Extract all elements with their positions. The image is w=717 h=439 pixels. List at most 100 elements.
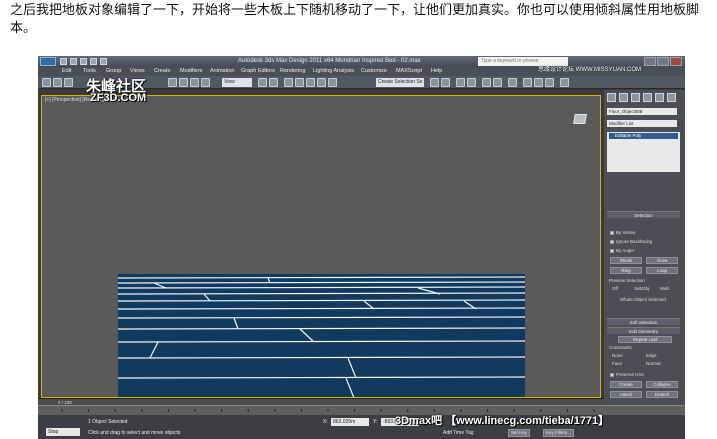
ignore-backfacing-checkbox[interactable]: [610, 240, 614, 244]
collapse-button[interactable]: Collapse: [646, 381, 678, 388]
preview-off-radio[interactable]: Off: [612, 286, 618, 291]
perspective-viewport[interactable]: [+] [Perspective] [Realistic]: [41, 95, 601, 398]
watermark-top-right: 思缘设计论坛 WWW.MISSYUAN.COM: [538, 67, 641, 73]
create-tab-icon[interactable]: [607, 93, 616, 102]
link-icon[interactable]: [42, 78, 51, 87]
constraints-label: Constraints: [609, 345, 632, 350]
reference-coordinate-dropdown[interactable]: View: [222, 78, 252, 87]
minimize-icon[interactable]: [644, 57, 656, 66]
ignore-backfacing-label: Ignore Backfacing: [616, 239, 653, 244]
render-production-icon[interactable]: [545, 78, 554, 87]
menu-create[interactable]: Create: [154, 67, 171, 76]
select-object-icon[interactable]: [168, 78, 177, 87]
floor-object[interactable]: [118, 274, 525, 397]
named-selection-dropdown[interactable]: Create Selection Se: [376, 78, 424, 87]
edit-named-selection-icon[interactable]: [328, 78, 337, 87]
constraint-edge-radio[interactable]: Edge: [646, 353, 657, 358]
redo-icon[interactable]: [100, 58, 107, 65]
app-screenshot: Autodesk 3ds Max Design 2011 x64 Mondria…: [38, 56, 685, 439]
constraint-none-radio[interactable]: None: [612, 353, 623, 358]
grow-button[interactable]: Grow: [646, 257, 678, 264]
menu-help[interactable]: Help: [431, 67, 442, 76]
utilities-tab-icon[interactable]: [667, 93, 676, 102]
layer-manager-icon[interactable]: [456, 78, 465, 87]
unlink-icon[interactable]: [53, 78, 62, 87]
constraint-face-radio[interactable]: Face: [612, 361, 622, 366]
motion-tab-icon[interactable]: [643, 93, 652, 102]
selection-rollout[interactable]: Selection: [607, 211, 680, 218]
open-file-icon[interactable]: [70, 58, 77, 65]
pivot-center-icon[interactable]: [258, 78, 267, 87]
detach-button[interactable]: Detach: [646, 391, 678, 398]
display-tab-icon[interactable]: [655, 93, 664, 102]
ring-button[interactable]: Ring: [610, 267, 642, 274]
modify-tab-icon[interactable]: [619, 93, 628, 102]
select-move-icon[interactable]: [179, 78, 188, 87]
menu-customize[interactable]: Customize: [361, 67, 387, 76]
render-setup-icon[interactable]: [523, 78, 532, 87]
shrink-button[interactable]: Shrink: [610, 257, 642, 264]
object-name-field[interactable]: Floor_Object008: [607, 108, 677, 115]
preview-subobj-radio[interactable]: SubObj: [634, 286, 649, 291]
by-vertex-checkbox[interactable]: [610, 231, 614, 235]
attach-button[interactable]: Attach: [610, 391, 642, 398]
constraint-normal-radio[interactable]: Normal: [646, 361, 661, 366]
key-filters-button[interactable]: Key Filters...: [543, 429, 575, 437]
spinner-snap-icon[interactable]: [317, 78, 326, 87]
create-button[interactable]: Create: [610, 381, 642, 388]
schematic-view-icon[interactable]: [493, 78, 502, 87]
align-icon[interactable]: [441, 78, 450, 87]
rendered-frame-window-icon[interactable]: [534, 78, 543, 87]
curve-editor-icon[interactable]: [482, 78, 491, 87]
material-editor-icon[interactable]: [508, 78, 517, 87]
menu-modifiers[interactable]: Modifiers: [180, 67, 202, 76]
x-coordinate-label: X:: [323, 419, 328, 425]
toolbar-extra-icon[interactable]: [560, 78, 569, 87]
soft-selection-rollout[interactable]: Soft Selection: [607, 318, 680, 325]
close-icon[interactable]: [670, 57, 682, 66]
menu-graph-editors[interactable]: Graph Editors: [241, 67, 275, 76]
select-manipulate-icon[interactable]: [269, 78, 278, 87]
repeat-last-button[interactable]: Repeat Last: [618, 336, 672, 343]
loop-button[interactable]: Loop: [646, 267, 678, 274]
preview-multi-radio[interactable]: Multi: [660, 286, 670, 291]
modifier-stack: Editable Poly: [607, 132, 680, 172]
select-scale-icon[interactable]: [201, 78, 210, 87]
maxscript-listener-field[interactable]: Stop: [46, 428, 80, 436]
undo-icon[interactable]: [90, 58, 97, 65]
app-logo-icon[interactable]: [40, 57, 56, 66]
menu-lighting-analysis[interactable]: Lighting Analysis: [313, 67, 354, 76]
graphite-tools-icon[interactable]: [467, 78, 476, 87]
watermark-url: ZF3D.COM: [90, 92, 147, 104]
article-caption: 之后我把地板对象编辑了一下，开始将一些木板上下随机移动了一下，让他们更加真实。你…: [10, 3, 700, 36]
angle-snap-icon[interactable]: [295, 78, 304, 87]
mirror-icon[interactable]: [430, 78, 439, 87]
edit-geometry-rollout[interactable]: Edit Geometry: [607, 327, 680, 334]
set-key-button[interactable]: Set Key: [508, 429, 530, 437]
menu-edit[interactable]: Edit: [62, 67, 71, 76]
bind-space-warp-icon[interactable]: [64, 78, 73, 87]
by-angle-checkbox[interactable]: [610, 249, 614, 253]
add-time-tag-button[interactable]: Add Time Tag: [443, 430, 473, 436]
prompt-line: Click and drag to select and move object…: [88, 430, 181, 436]
preserve-uvs-checkbox[interactable]: [610, 373, 614, 377]
x-coordinate-field[interactable]: 863.039m: [331, 418, 369, 426]
snap-toggle-icon[interactable]: [284, 78, 293, 87]
watermark-bottom: 3Dmax吧 【www.linecg.com/tieba/1771】: [395, 415, 610, 427]
new-file-icon[interactable]: [60, 58, 67, 65]
percent-snap-icon[interactable]: [306, 78, 315, 87]
modifier-list-dropdown[interactable]: Modifier List: [607, 120, 677, 127]
maximize-icon[interactable]: [657, 57, 669, 66]
viewcube-icon[interactable]: [573, 114, 587, 124]
time-slider[interactable]: 0 / 100: [38, 398, 604, 405]
y-coordinate-label: Y:: [373, 419, 378, 425]
floor-planks-drawing: [118, 276, 525, 397]
menu-animation[interactable]: Animation: [210, 67, 234, 76]
menu-maxscript[interactable]: MAXScript: [396, 67, 422, 76]
select-rotate-icon[interactable]: [190, 78, 199, 87]
save-file-icon[interactable]: [80, 58, 87, 65]
hierarchy-tab-icon[interactable]: [631, 93, 640, 102]
window-title: Autodesk 3ds Max Design 2011 x64 Mondria…: [238, 58, 421, 64]
stack-item-editable-poly[interactable]: Editable Poly: [609, 133, 678, 139]
menu-rendering[interactable]: Rendering: [280, 67, 305, 76]
